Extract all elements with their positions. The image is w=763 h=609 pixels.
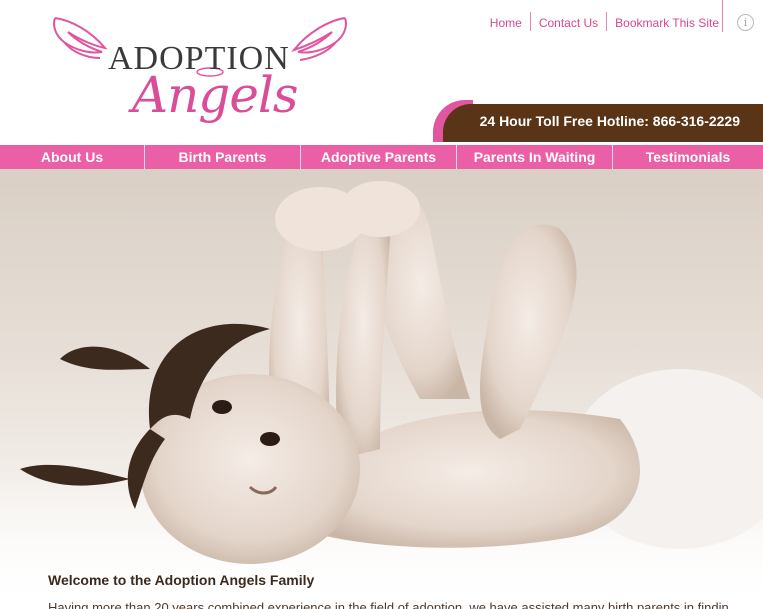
main-nav: About Us Birth Parents Adoptive Parents … xyxy=(0,145,763,169)
contact-us-link[interactable]: Contact Us xyxy=(529,12,606,31)
top-links: Home Contact Us Bookmark This Site xyxy=(482,12,727,32)
logo-script: Angels xyxy=(132,66,299,124)
nav-birth-parents[interactable]: Birth Parents xyxy=(145,145,301,169)
baby-photo xyxy=(0,181,763,606)
nav-adoptive-parents[interactable]: Adoptive Parents xyxy=(301,145,457,169)
nav-parents-in-waiting[interactable]: Parents In Waiting xyxy=(457,145,613,169)
divider xyxy=(722,0,723,32)
hotline-banner: 24 Hour Toll Free Hotline: 866-316-2229 xyxy=(433,100,763,142)
adoption-angels-logo[interactable]: ADOPTION Angels xyxy=(50,10,350,135)
hero-image xyxy=(0,169,763,606)
bookmark-link[interactable]: Bookmark This Site xyxy=(606,12,727,31)
intro-text: Having more than 20 years combined exper… xyxy=(48,600,728,609)
info-icon[interactable]: i xyxy=(737,14,754,31)
header: ADOPTION Angels Home Contact Us Bookmark… xyxy=(0,0,763,145)
hotline-text: 24 Hour Toll Free Hotline: 866-316-2229 xyxy=(443,104,763,142)
home-link[interactable]: Home xyxy=(482,12,530,31)
welcome-heading: Welcome to the Adoption Angels Family xyxy=(48,572,315,588)
nav-testimonials[interactable]: Testimonials xyxy=(613,145,763,169)
nav-about-us[interactable]: About Us xyxy=(0,145,145,169)
